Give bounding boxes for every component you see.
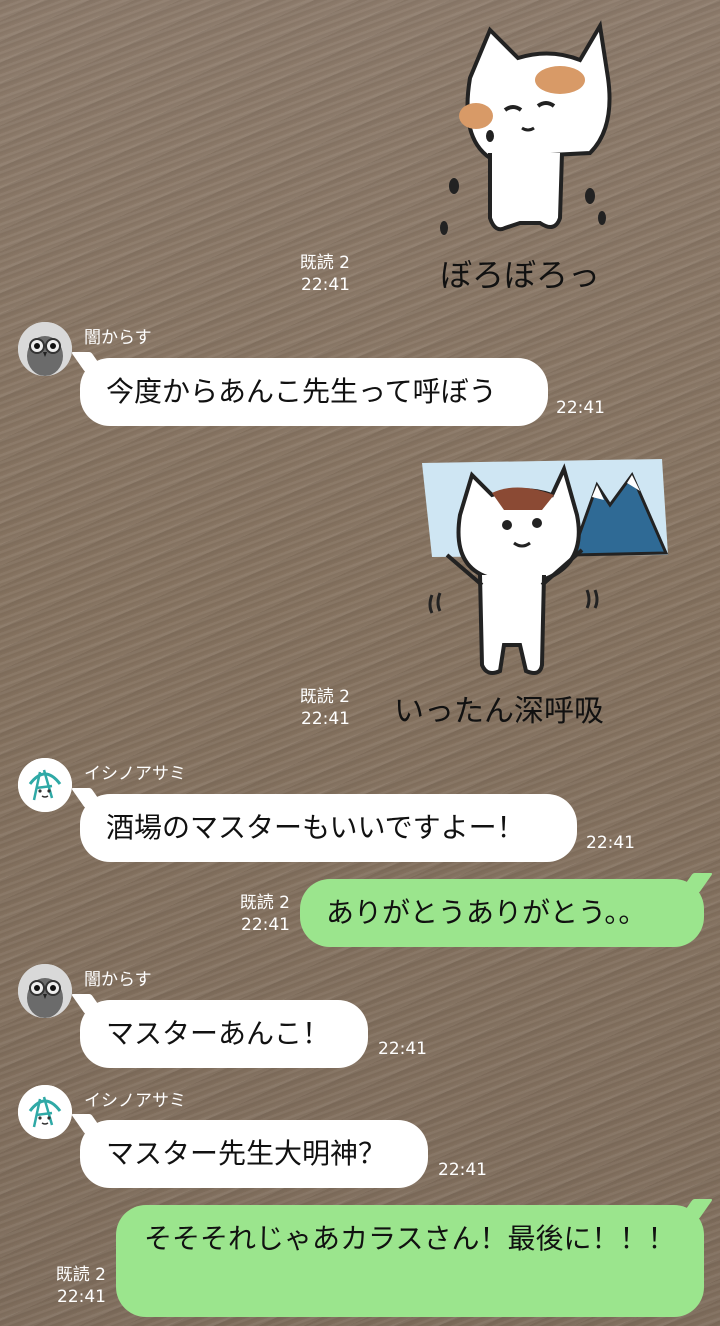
own-message-bubble[interactable]: そそそれじゃあカラスさん！最後に！！！ <box>116 1205 704 1317</box>
owl-icon <box>18 964 72 1018</box>
message-bubble[interactable]: 今度からあんこ先生って呼ぼう <box>80 358 548 426</box>
message-time: 22:41 <box>586 833 635 853</box>
deep-breath-cat-sticker[interactable]: いったん深呼吸 <box>392 455 672 740</box>
read-status: 既読 2 22:41 <box>239 893 290 935</box>
crying-cat-sticker[interactable]: ぼろぼろっ <box>430 18 640 303</box>
owl-icon <box>18 322 72 376</box>
avatar-ishinoasami[interactable] <box>18 1085 72 1139</box>
message-bubble[interactable]: マスター先生大明神？ <box>80 1120 428 1188</box>
read-status: 既読 2 22:41 <box>299 687 350 729</box>
sender-name: イシノアサミ <box>84 764 186 784</box>
message-time: 22:41 <box>556 398 605 418</box>
message-time: 22:41 <box>438 1160 487 1180</box>
message-bubble[interactable]: マスターあんこ！ <box>80 1000 368 1068</box>
read-status: 既読 2 22:41 <box>299 253 350 295</box>
message-time: 22:41 <box>378 1039 427 1059</box>
avatar-yamikarasu[interactable] <box>18 322 72 376</box>
sender-name: イシノアサミ <box>84 1091 186 1111</box>
sticker-caption: いったん深呼吸 <box>394 694 604 729</box>
avatar-yamikarasu[interactable] <box>18 964 72 1018</box>
character-icon <box>18 1085 72 1139</box>
read-status: 既読 2 22:41 <box>55 1265 106 1307</box>
avatar-ishinoasami[interactable] <box>18 758 72 812</box>
sender-name: 闇からす <box>84 328 152 348</box>
own-message-bubble[interactable]: ありがとうありがとう。。 <box>300 879 704 947</box>
message-bubble[interactable]: 酒場のマスターもいいですよー！ <box>80 794 577 862</box>
character-icon <box>18 758 72 812</box>
sticker-caption: ぼろぼろっ <box>440 256 600 294</box>
sender-name: 闇からす <box>84 970 152 990</box>
